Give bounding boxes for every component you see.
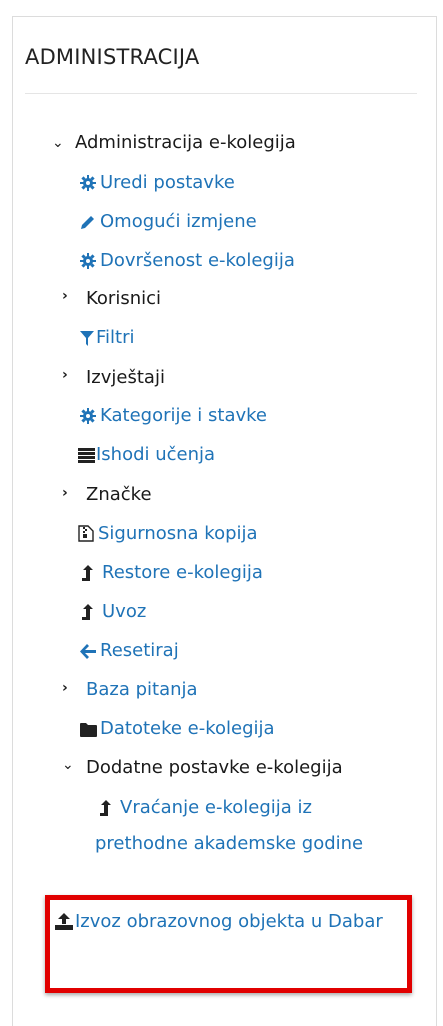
menu-item-label: Vraćanje e-kolegija iz prethodne akadems… <box>95 797 364 854</box>
chevron-right-icon[interactable]: › <box>62 288 68 304</box>
menu-item-label: Dovršenost e-kolegija <box>100 250 295 271</box>
tree-item-label: Baza pitanja <box>86 679 198 700</box>
tree-item-label: Dodatne postavke e-kolegija <box>86 757 343 778</box>
menu-item-label: Uvoz <box>102 601 147 622</box>
menu-item-restore-previous-year[interactable]: Vraćanje e-kolegija iz prethodne akadems… <box>95 790 395 861</box>
highlight-box <box>45 895 412 993</box>
level-up-icon <box>100 791 112 826</box>
menu-item-backup[interactable]: Sigurnosna kopija <box>78 521 258 548</box>
level-up-icon <box>82 561 102 587</box>
menu-item-label: Omogući izmjene <box>100 211 257 232</box>
gear-icon <box>80 171 100 197</box>
gear-icon <box>80 404 100 430</box>
pencil-icon <box>80 210 100 236</box>
menu-item-import[interactable]: Uvoz <box>82 599 146 626</box>
tree-item-badges[interactable]: Značke <box>86 482 152 508</box>
tree-item-users[interactable]: Korisnici <box>86 286 161 312</box>
chevron-down-icon[interactable]: ⌄ <box>62 757 74 773</box>
tree-item-additional-settings[interactable]: Dodatne postavke e-kolegija <box>86 755 343 781</box>
menu-item-filters[interactable]: Filtri <box>80 325 135 352</box>
tree-item-course-admin[interactable]: Administracija e-kolegija <box>75 130 296 156</box>
list-icon <box>78 443 96 469</box>
gear-icon <box>80 249 100 275</box>
tree-item-label: Značke <box>86 484 152 505</box>
menu-item-gradebook-setup[interactable]: Kategorije i stavke <box>80 403 267 430</box>
menu-item-label: Restore e-kolegija <box>102 562 263 583</box>
menu-item-label: Resetiraj <box>100 640 179 661</box>
chevron-right-icon[interactable]: › <box>62 680 68 696</box>
menu-item-label: Filtri <box>96 327 135 348</box>
file-archive-icon <box>78 522 98 548</box>
menu-item-outcomes[interactable]: Ishodi učenja <box>78 442 215 469</box>
menu-item-label: Sigurnosna kopija <box>98 523 258 544</box>
folder-icon <box>80 717 100 743</box>
divider <box>25 93 417 94</box>
chevron-right-icon[interactable]: › <box>62 485 68 501</box>
menu-item-restore[interactable]: Restore e-kolegija <box>82 560 263 587</box>
arrow-left-icon <box>80 639 100 665</box>
menu-item-label: Ishodi učenja <box>96 444 216 465</box>
tree-item-label: Administracija e-kolegija <box>75 132 296 153</box>
menu-item-label: Kategorije i stavke <box>100 405 267 426</box>
menu-item-edit-settings[interactable]: Uredi postavke <box>80 170 235 197</box>
filter-icon <box>80 326 96 352</box>
block-title: ADMINISTRACIJA <box>25 45 200 69</box>
menu-item-reset[interactable]: Resetiraj <box>80 638 179 665</box>
chevron-down-icon[interactable]: ⌄ <box>52 135 64 151</box>
tree-item-label: Izvještaji <box>86 367 165 388</box>
menu-item-course-files[interactable]: Datoteke e-kolegija <box>80 716 275 743</box>
tree-item-label: Korisnici <box>86 288 162 309</box>
tree-item-reports[interactable]: Izvještaji <box>86 365 165 391</box>
menu-item-turn-editing-on[interactable]: Omogući izmjene <box>80 209 257 236</box>
tree-item-question-bank[interactable]: Baza pitanja <box>86 677 198 703</box>
menu-item-course-completion[interactable]: Dovršenost e-kolegija <box>80 248 295 275</box>
level-up-icon <box>82 600 102 626</box>
menu-item-label: Uredi postavke <box>100 172 235 193</box>
chevron-right-icon[interactable]: › <box>62 367 68 383</box>
menu-item-label: Datoteke e-kolegija <box>100 718 275 739</box>
